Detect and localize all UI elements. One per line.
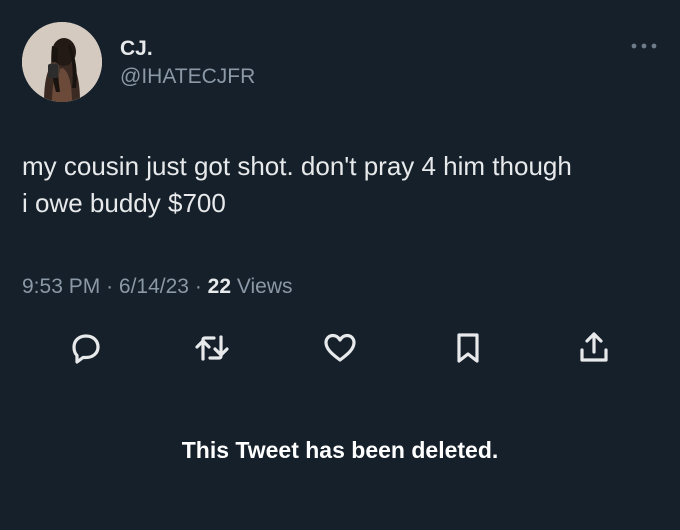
display-name[interactable]: CJ. xyxy=(120,36,255,62)
meta-separator: · xyxy=(194,275,202,298)
deleted-notice: This Tweet has been deleted. xyxy=(181,437,499,463)
meta-separator: · xyxy=(106,275,114,298)
views-count[interactable]: 22 xyxy=(208,275,231,298)
retweet-icon[interactable] xyxy=(192,328,232,368)
avatar[interactable] xyxy=(22,22,102,102)
reply-icon[interactable] xyxy=(66,328,106,368)
tweet-time[interactable]: 9:53 PM xyxy=(22,275,100,298)
tweet: CJ. @IHATECJFR my cousin just got shot. … xyxy=(0,0,680,530)
avatar-image xyxy=(22,22,102,102)
bookmark-icon[interactable] xyxy=(448,328,488,368)
views-label[interactable]: Views xyxy=(237,275,293,298)
more-options-icon[interactable] xyxy=(630,36,658,56)
tweet-date[interactable]: 6/14/23 xyxy=(119,275,189,298)
share-icon[interactable] xyxy=(574,328,614,368)
user-info: CJ. @IHATECJFR xyxy=(120,36,255,90)
tweet-header: CJ. @IHATECJFR xyxy=(22,22,658,102)
action-bar xyxy=(0,328,680,368)
tweet-meta: 9:53 PM · 6/14/23 · 22 Views xyxy=(22,274,293,300)
tweet-text: my cousin just got shot. don't pray 4 hi… xyxy=(22,151,572,218)
user-handle[interactable]: @IHATECJFR xyxy=(120,64,255,90)
like-icon[interactable] xyxy=(320,328,360,368)
